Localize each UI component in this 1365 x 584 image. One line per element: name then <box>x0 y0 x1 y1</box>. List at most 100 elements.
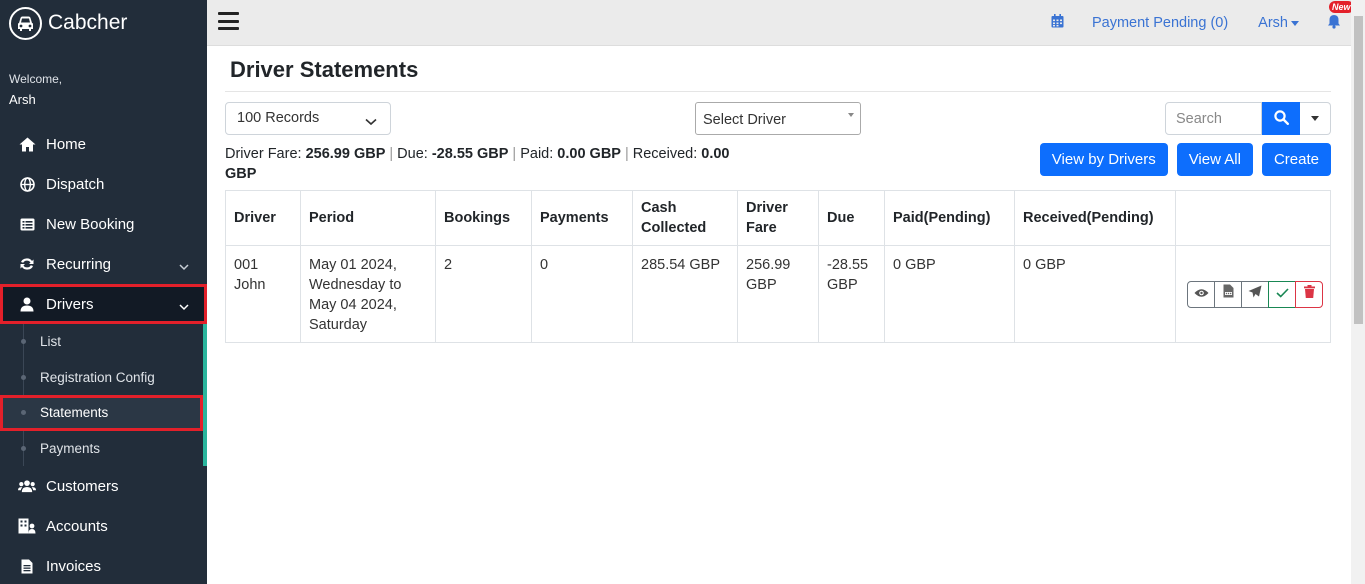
main-area: Payment Pending (0) Arsh New Driver Stat… <box>207 0 1365 584</box>
eye-icon <box>1194 284 1209 304</box>
payment-pending-link[interactable]: Payment Pending (0) <box>1092 15 1228 31</box>
column-header-received-pending: Received(Pending) <box>1014 190 1176 246</box>
delete-button[interactable] <box>1295 280 1323 308</box>
brand-name: Cabcher <box>48 11 128 34</box>
new-badge: New <box>1329 0 1354 13</box>
file-invoice-icon <box>18 557 36 575</box>
action-buttons: View by Drivers View All Create <box>1031 143 1331 176</box>
submenu-item-statements[interactable]: Statements <box>0 395 203 431</box>
statement-summary: Driver Fare: 256.99 GBP | Due: -28.55 GBP |… <box>225 144 745 184</box>
cell-payments: 0 <box>531 245 633 343</box>
cell-driver-fare: 256.99 GBP <box>737 245 819 343</box>
sidebar-item-new-booking[interactable]: New Booking <box>0 204 207 244</box>
users-icon <box>18 477 36 495</box>
scrollbar-thumb[interactable] <box>1354 16 1363 324</box>
search-options-dropdown[interactable] <box>1300 102 1331 135</box>
calendar-icon[interactable] <box>1051 14 1064 32</box>
caret-down-icon <box>1311 116 1319 121</box>
page-scrollbar[interactable] <box>1351 0 1365 584</box>
download-pdf-button[interactable] <box>1214 280 1242 308</box>
sidebar-item-recurring[interactable]: Recurring <box>0 244 207 284</box>
sidebar-item-label: Dispatch <box>46 175 105 193</box>
sidebar-item-label: New Booking <box>46 215 135 233</box>
cell-actions <box>1175 245 1331 343</box>
sidebar-item-home[interactable]: Home <box>0 124 207 164</box>
cell-bookings: 2 <box>435 245 532 343</box>
caret-down-icon <box>848 113 854 117</box>
table-row: 001 John May 01 2024, Wednesday to May 0… <box>225 245 1331 343</box>
submenu-item-label: Registration Config <box>40 369 155 385</box>
cell-received-pending: 0 GBP <box>1014 245 1176 343</box>
records-per-page-select[interactable]: 100 Records <box>225 102 391 135</box>
user-dropdown[interactable]: Arsh <box>1258 15 1299 31</box>
summary-row: Driver Fare: 256.99 GBP | Due: -28.55 GBP |… <box>225 138 1331 190</box>
submenu-item-label: Statements <box>40 405 109 421</box>
submenu-item-list[interactable]: List <box>0 324 203 360</box>
sidebar-item-label: Customers <box>46 477 119 495</box>
view-all-button[interactable]: View All <box>1176 143 1253 176</box>
welcome-label: Welcome, <box>9 72 63 86</box>
summary-due-value: -28.55 GBP <box>431 146 509 162</box>
hamburger-menu-icon[interactable] <box>218 12 239 30</box>
submenu-item-label: Payments <box>40 440 101 456</box>
sidebar-item-accounts[interactable]: Accounts <box>0 506 207 546</box>
bullet-dot-icon <box>21 374 26 380</box>
trash-icon <box>1303 284 1315 304</box>
chevron-down-icon <box>179 258 189 275</box>
cell-cash-collected: 285.54 GBP <box>632 245 738 343</box>
sidebar-item-label: Home <box>46 135 87 153</box>
exchange-icon <box>18 255 36 273</box>
submenu-item-registration-config[interactable]: Registration Config <box>0 360 203 396</box>
notifications-bell-icon[interactable]: New <box>1327 0 1354 33</box>
send-button[interactable] <box>1241 280 1269 308</box>
column-header-paid-pending: Paid(Pending) <box>884 190 1015 246</box>
statements-table: Driver Period Bookings Payments Cash Col… <box>225 190 1331 343</box>
sidebar-item-customers[interactable]: Customers <box>0 466 207 506</box>
column-header-bookings: Bookings <box>435 190 532 246</box>
divider: | <box>624 146 629 162</box>
drivers-submenu: List Registration Config Statements Paym… <box>0 324 207 466</box>
summary-paid-label: Paid: <box>520 146 554 162</box>
summary-received-label: Received: <box>632 146 698 162</box>
column-header-payments: Payments <box>531 190 633 246</box>
divider: | <box>512 146 517 162</box>
sidebar-item-invoices[interactable]: Invoices <box>0 546 207 584</box>
summary-due-label: Due: <box>397 146 428 162</box>
building-user-icon <box>18 517 36 535</box>
check-icon <box>1275 284 1289 304</box>
sidebar: Cabcher Welcome, Arsh Home Dispatch New … <box>0 0 207 584</box>
welcome-username: Arsh <box>9 92 36 107</box>
home-icon <box>18 135 36 153</box>
user-name: Arsh <box>1258 15 1288 31</box>
column-header-actions <box>1175 190 1331 246</box>
row-action-group <box>1187 280 1323 308</box>
driver-select[interactable]: Select Driver <box>695 102 861 135</box>
search-input[interactable]: Search <box>1165 102 1262 135</box>
search-icon <box>1273 109 1289 128</box>
approve-button[interactable] <box>1268 280 1296 308</box>
sidebar-item-dispatch[interactable]: Dispatch <box>0 164 207 204</box>
sidebar-item-drivers[interactable]: Drivers <box>0 284 207 324</box>
list-alt-icon <box>18 215 36 233</box>
paper-plane-icon <box>1248 284 1262 304</box>
file-pdf-icon <box>1223 284 1234 304</box>
chevron-down-icon <box>179 298 189 315</box>
view-button[interactable] <box>1187 280 1215 308</box>
column-header-cash-collected: Cash Collected <box>632 190 738 246</box>
cell-driver[interactable]: 001 John <box>225 245 301 343</box>
user-icon <box>18 295 36 313</box>
sidebar-item-label: Accounts <box>46 517 108 535</box>
globe-icon <box>18 175 36 193</box>
cell-paid-pending: 0 GBP <box>884 245 1015 343</box>
submenu-item-payments[interactable]: Payments <box>0 431 203 467</box>
search-button[interactable] <box>1262 102 1300 135</box>
column-header-period: Period <box>300 190 436 246</box>
bullet-dot-icon <box>21 410 26 415</box>
brand[interactable]: Cabcher <box>0 0 207 46</box>
column-header-driver-fare: Driver Fare <box>737 190 819 246</box>
car-logo-icon <box>9 6 42 40</box>
create-button[interactable]: Create <box>1261 143 1331 176</box>
summary-paid-value: 0.00 GBP <box>557 146 621 162</box>
view-by-drivers-button[interactable]: View by Drivers <box>1039 143 1168 176</box>
page-title: Driver Statements <box>225 46 1331 92</box>
